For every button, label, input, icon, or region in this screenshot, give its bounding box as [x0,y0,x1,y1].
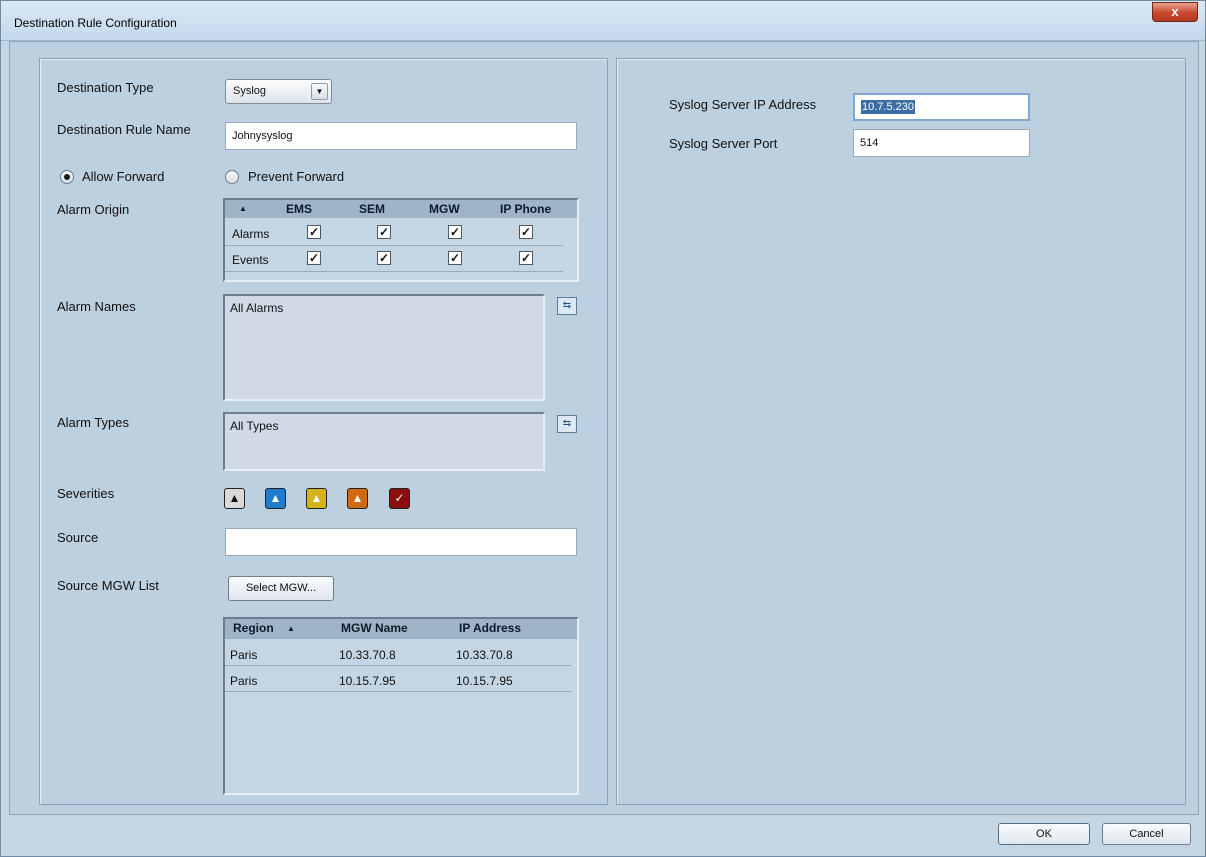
select-alarm-types-icon[interactable]: ⇆ [557,415,577,433]
chevron-down-icon[interactable]: ▼ [311,83,328,100]
row-divider [225,271,563,272]
allow-forward-radio[interactable] [60,170,74,184]
sort-ascending-icon[interactable]: ▲ [287,624,295,633]
table-cell[interactable]: 10.33.70.8 [456,648,513,662]
table-cell[interactable]: 10.15.7.95 [339,674,396,688]
destination-type-label: Destination Type [57,80,154,95]
select-mgw-button[interactable]: Select MGW... [228,576,334,601]
sort-ascending-icon[interactable]: ▲ [239,204,247,213]
row-divider [225,691,571,692]
cancel-button[interactable]: Cancel [1102,823,1191,845]
column-header[interactable]: MGW [429,202,460,216]
list-item[interactable]: All Alarms [230,301,283,315]
syslog-port-label: Syslog Server Port [669,136,778,151]
alarms-ems-checkbox[interactable]: ✓ [307,225,321,239]
syslog-ip-input[interactable]: 10.7.5.230 [853,93,1030,121]
events-sem-checkbox[interactable]: ✓ [377,251,391,265]
column-header-ip-address[interactable]: IP Address [459,621,521,635]
alarm-origin-header: ▲ EMS SEM MGW IP Phone [225,200,577,218]
row-label-events: Events [232,253,269,267]
rule-name-label: Destination Rule Name [57,122,191,137]
title-bar: Destination Rule Configuration x [1,1,1205,41]
syslog-ip-label: Syslog Server IP Address [669,97,817,112]
destination-type-value: Syslog [233,85,267,97]
events-mgw-checkbox[interactable]: ✓ [448,251,462,265]
syslog-settings-panel: Syslog Server IP Address 10.7.5.230 Sysl… [616,58,1186,805]
alarm-origin-label: Alarm Origin [57,202,130,217]
select-alarm-names-icon[interactable]: ⇆ [557,297,577,315]
row-divider [225,665,571,666]
alarm-types-label: Alarm Types [57,415,130,430]
severity-indeterminate-icon[interactable]: ▲ [224,488,245,509]
list-item[interactable]: All Types [230,419,278,433]
alarm-names-label: Alarm Names [57,299,136,314]
window-title: Destination Rule Configuration [14,16,177,30]
prevent-forward-label: Prevent Forward [248,169,345,184]
dialog-window: Destination Rule Configuration x Destina… [0,0,1206,857]
mgw-table: Region ▲ MGW Name IP Address Paris 10.33… [223,617,579,795]
rule-name-input[interactable]: Johnysyslog [225,122,577,150]
syslog-port-input[interactable]: 514 [853,129,1030,157]
alarm-names-list[interactable]: All Alarms [223,294,545,401]
row-label-alarms: Alarms [232,227,270,241]
severity-major-icon[interactable]: ▲ [347,488,368,509]
alarms-ipphone-checkbox[interactable]: ✓ [519,225,533,239]
severities-label: Severities [57,486,115,501]
table-cell[interactable]: 10.33.70.8 [339,648,396,662]
events-ipphone-checkbox[interactable]: ✓ [519,251,533,265]
column-header-region[interactable]: Region [233,621,274,635]
prevent-forward-radio[interactable] [225,170,239,184]
close-button[interactable]: x [1152,2,1198,22]
severity-minor-icon[interactable]: ▲ [306,488,327,509]
table-cell[interactable]: 10.15.7.95 [456,674,513,688]
alarm-types-list[interactable]: All Types [223,412,545,471]
alarm-origin-table: ▲ EMS SEM MGW IP Phone Alarms ✓ ✓ ✓ ✓ Ev… [223,198,579,282]
column-header[interactable]: EMS [286,202,312,216]
events-ems-checkbox[interactable]: ✓ [307,251,321,265]
alarms-sem-checkbox[interactable]: ✓ [377,225,391,239]
table-cell[interactable]: Paris [230,648,257,662]
row-divider [225,245,563,246]
column-header[interactable]: SEM [359,202,385,216]
content-frame: Destination Type Syslog ▼ Destination Ru… [9,41,1199,815]
source-label: Source [57,530,99,545]
destination-type-select[interactable]: Syslog ▼ [225,79,332,104]
column-header-mgw-name[interactable]: MGW Name [341,621,408,635]
severity-warning-icon[interactable]: ▲ [265,488,286,509]
mgw-table-header: Region ▲ MGW Name IP Address [225,619,577,639]
column-header[interactable]: IP Phone [500,202,551,216]
source-input[interactable] [225,528,577,556]
source-mgw-label: Source MGW List [57,578,159,593]
ok-button[interactable]: OK [998,823,1090,845]
syslog-ip-value: 10.7.5.230 [861,100,915,114]
alarms-mgw-checkbox[interactable]: ✓ [448,225,462,239]
rule-settings-panel: Destination Type Syslog ▼ Destination Ru… [39,58,608,805]
table-cell[interactable]: Paris [230,674,257,688]
allow-forward-label: Allow Forward [82,169,165,184]
severity-critical-icon[interactable]: ✓ [389,488,410,509]
